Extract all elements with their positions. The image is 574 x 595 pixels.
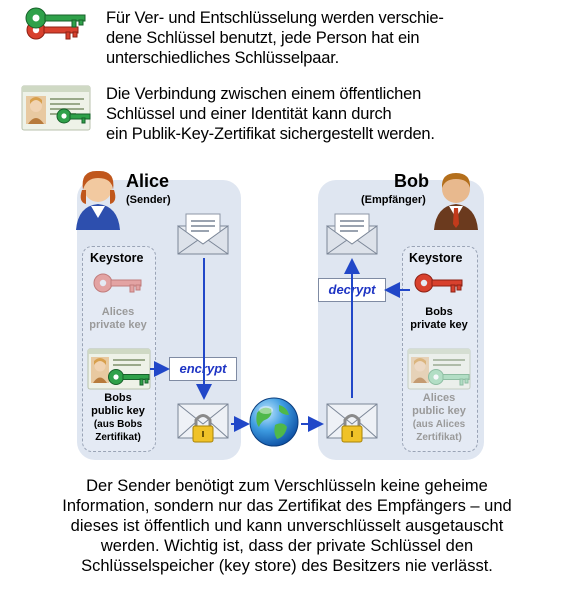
summary-line: Der Sender benötigt zum Verschlüsseln ke… [86, 477, 488, 495]
summary-line: dieses ist öffentlich und kann unverschl… [70, 517, 504, 535]
summary-line: werden. Wichtig ist, dass der private Sc… [100, 537, 474, 555]
summary-line: Information, sondern nur das Zertifikat … [62, 497, 512, 515]
summary-line: Schlüsselspeicher (key store) des Besitz… [81, 557, 493, 575]
summary-paragraph: Der Sender benötigt zum Verschlüsseln ke… [0, 476, 574, 576]
